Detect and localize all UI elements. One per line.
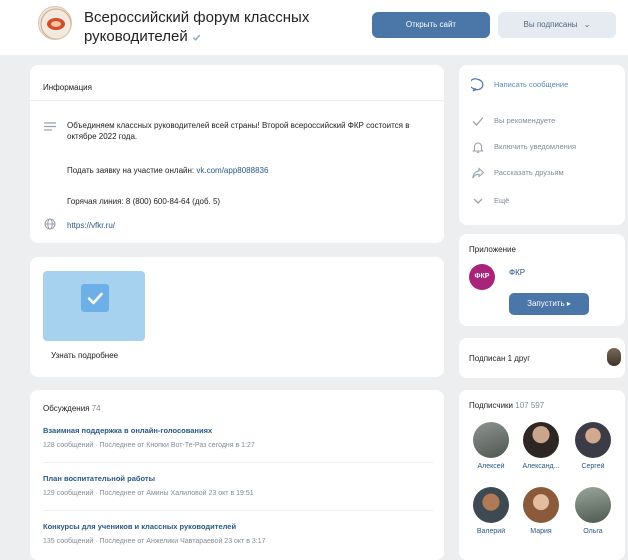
action-label: Ещё bbox=[494, 196, 510, 205]
subscriber-name: Сергей bbox=[581, 463, 605, 470]
discussions-count: 74 bbox=[91, 404, 101, 413]
community-avatar[interactable] bbox=[38, 6, 72, 40]
apply-link[interactable]: vk.com/app8088836 bbox=[196, 166, 268, 175]
subscribers-header[interactable]: Подписчики 107 597 bbox=[469, 400, 544, 411]
write-message-action[interactable]: Написать сообщение bbox=[471, 77, 621, 95]
discussion-item[interactable]: Конкурсы для учеников и классных руковод… bbox=[43, 522, 433, 547]
subscriber-name: Алексей bbox=[477, 463, 505, 470]
widget-tile[interactable] bbox=[43, 271, 145, 341]
discussion-meta: 128 сообщений · Последнее от Кнопки Вот-… bbox=[43, 442, 255, 449]
discussion-meta: 129 сообщений · Последнее от Амины Халил… bbox=[43, 490, 254, 497]
avatar bbox=[575, 422, 611, 458]
subscribers-title: Подписчики bbox=[469, 401, 514, 410]
app-logo-icon[interactable]: ФКР bbox=[469, 264, 495, 290]
discussions-card: Обсуждения 74 Взаимная поддержка в онлай… bbox=[30, 390, 444, 560]
subscriber[interactable]: Валерий bbox=[467, 487, 515, 535]
chevron-down-icon bbox=[471, 194, 485, 208]
bell-icon bbox=[471, 140, 485, 154]
divider bbox=[43, 510, 433, 511]
discussions-header[interactable]: Обсуждения 74 bbox=[43, 403, 101, 414]
widget-label[interactable]: Узнать подробнее bbox=[51, 350, 118, 361]
share-action[interactable]: Рассказать друзьям bbox=[471, 165, 621, 183]
subscriber[interactable]: Сергей bbox=[569, 422, 617, 470]
subscriber-name: Валерий bbox=[476, 528, 506, 535]
friends-label: Подписан 1 друг bbox=[469, 354, 531, 363]
discussions-title: Обсуждения bbox=[43, 404, 90, 413]
discussion-item[interactable]: Взаимная поддержка в онлайн-голосованиях… bbox=[43, 426, 433, 451]
discussion-title[interactable]: Конкурсы для учеников и классных руковод… bbox=[43, 522, 433, 532]
checkmark-icon bbox=[81, 284, 109, 312]
info-card: Информация Объединяем классных руководит… bbox=[30, 65, 444, 243]
description-icon bbox=[44, 122, 56, 131]
check-icon bbox=[471, 114, 485, 128]
subscriber[interactable]: Алексей bbox=[467, 422, 515, 470]
discussion-meta: 135 сообщений · Последнее от Анжелики Ча… bbox=[43, 538, 266, 545]
page-title: Всероссийский форум классных руководител… bbox=[84, 8, 354, 46]
avatar bbox=[523, 422, 559, 458]
globe-icon bbox=[44, 218, 56, 230]
verified-icon bbox=[192, 33, 201, 42]
info-title: Информация bbox=[43, 83, 92, 92]
avatar bbox=[575, 487, 611, 523]
app-section-title: Приложение bbox=[469, 245, 516, 254]
recommend-action[interactable]: Вы рекомендуете bbox=[471, 113, 621, 131]
apply-text: Подать заявку на участие онлайн: bbox=[67, 166, 197, 175]
message-icon bbox=[471, 78, 485, 92]
action-label: Рассказать друзьям bbox=[494, 168, 564, 177]
subscriber[interactable]: Ольга bbox=[569, 487, 617, 535]
discussion-title[interactable]: Взаимная поддержка в онлайн-голосованиях bbox=[43, 426, 433, 436]
subscribed-label: Вы подписаны bbox=[523, 20, 578, 29]
subscriber-name: Мария bbox=[530, 528, 552, 535]
subscribed-dropdown-button[interactable]: Вы подписаны ⌄ bbox=[498, 12, 616, 38]
website-link[interactable]: https://vfkr.ru/ bbox=[67, 220, 115, 231]
community-logo-icon bbox=[40, 8, 71, 39]
info-apply-line: Подать заявку на участие онлайн: vk.com/… bbox=[67, 165, 268, 176]
open-site-button[interactable]: Открыть сайт bbox=[372, 12, 490, 38]
divider bbox=[30, 100, 444, 101]
share-icon bbox=[471, 166, 485, 180]
action-label: Вы рекомендуете bbox=[494, 116, 556, 125]
launch-app-button[interactable]: Запустить ▸ bbox=[509, 293, 589, 315]
friends-card[interactable]: Подписан 1 друг bbox=[459, 338, 625, 378]
subscriber[interactable]: Александ... bbox=[517, 422, 565, 470]
discussion-title[interactable]: План воспитательной работы bbox=[43, 474, 433, 484]
app-card: Приложение ФКР ФКР Запустить ▸ bbox=[459, 234, 625, 326]
subscribers-card: Подписчики 107 597 Алексей Александ... С… bbox=[459, 390, 625, 560]
actions-card: Написать сообщение Вы рекомендуете Включ… bbox=[459, 65, 625, 225]
info-description: Объединяем классных руководителей всей с… bbox=[67, 121, 410, 141]
friend-avatar[interactable] bbox=[607, 348, 621, 366]
widget-card: Узнать подробнее bbox=[30, 257, 444, 377]
subscriber-name: Александ... bbox=[522, 463, 560, 470]
chevron-down-icon: ⌄ bbox=[583, 20, 591, 29]
divider bbox=[43, 462, 433, 463]
avatar bbox=[473, 487, 509, 523]
info-hotline: Горячая линия: 8 (800) 600-84-64 (доб. 5… bbox=[67, 197, 221, 206]
action-label: Написать сообщение bbox=[494, 80, 569, 89]
avatar bbox=[473, 422, 509, 458]
notifications-action[interactable]: Включить уведомления bbox=[471, 139, 621, 157]
action-label: Включить уведомления bbox=[494, 142, 577, 151]
avatar bbox=[523, 487, 559, 523]
subscriber-name: Ольга bbox=[583, 528, 603, 535]
community-header: Всероссийский форум классных руководител… bbox=[0, 0, 628, 55]
discussion-item[interactable]: План воспитательной работы 129 сообщений… bbox=[43, 474, 433, 499]
more-action[interactable]: Ещё bbox=[471, 193, 621, 211]
subscriber[interactable]: Мария bbox=[517, 487, 565, 535]
subscribers-count: 107 597 bbox=[515, 401, 545, 410]
app-name[interactable]: ФКР bbox=[509, 268, 525, 277]
